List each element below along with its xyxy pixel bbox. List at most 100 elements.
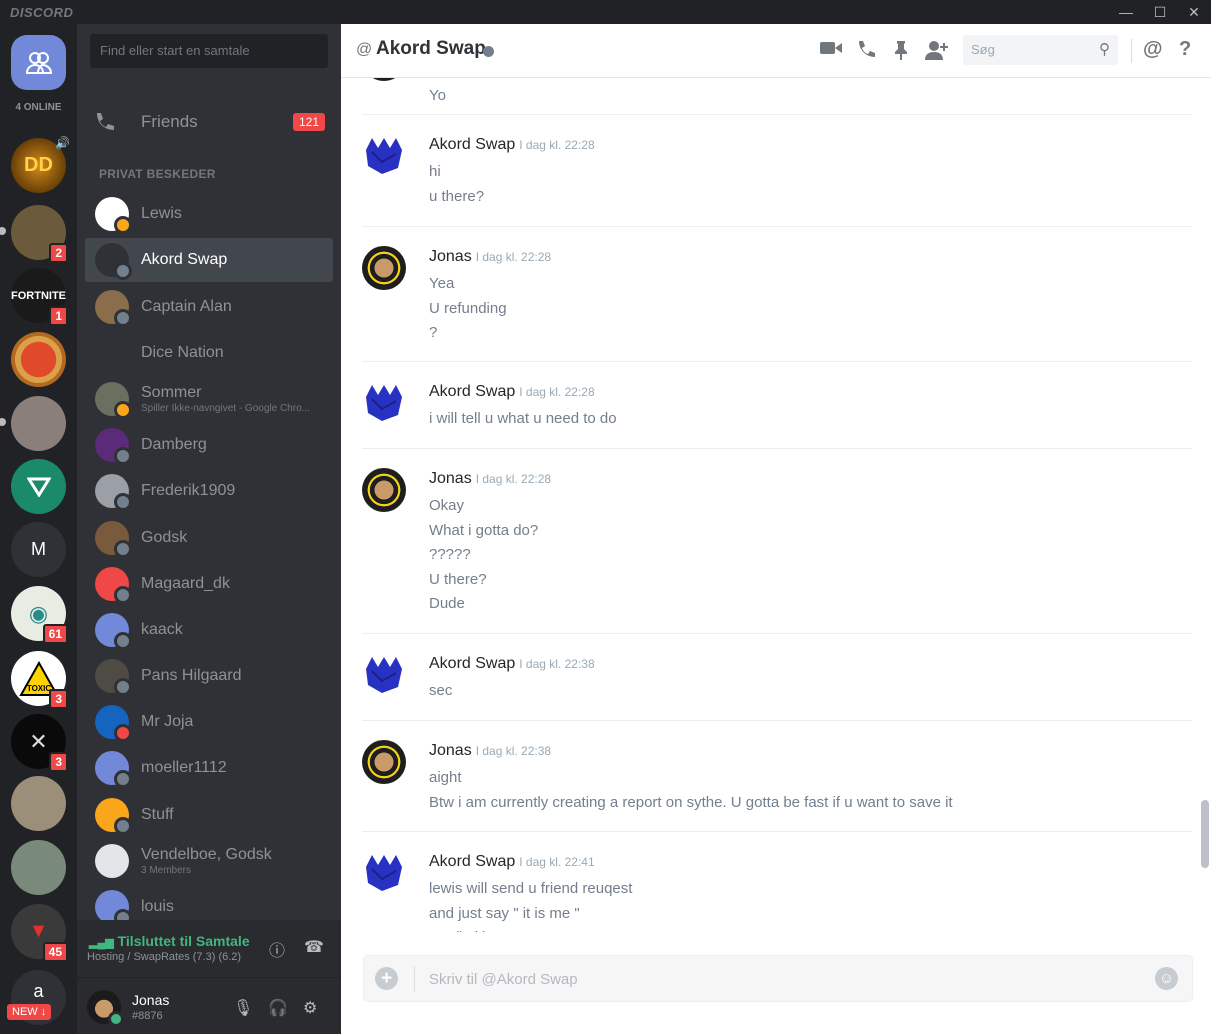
- user-avatar[interactable]: [87, 990, 124, 1027]
- scrollbar-thumb[interactable]: [1201, 800, 1209, 868]
- dm-text: louis: [141, 898, 174, 916]
- server-icon[interactable]: 2: [0, 205, 68, 263]
- dm-text: Lewis: [141, 205, 182, 223]
- server-icon[interactable]: ▼ 45: [11, 904, 68, 962]
- mentions-icon[interactable]: @: [1143, 38, 1163, 61]
- headphones-icon[interactable]: 🎧: [268, 998, 288, 1018]
- message-text: Dude: [429, 595, 465, 612]
- dm-item[interactable]: Mr Joja: [85, 700, 333, 744]
- dm-item[interactable]: Godsk: [85, 516, 333, 560]
- dm-item[interactable]: kaack: [85, 608, 333, 652]
- server-icon[interactable]: [11, 840, 66, 895]
- message-lines: lewis will send u friend reuqest and just…: [429, 877, 632, 932]
- status-dot: [114, 724, 132, 742]
- minimize-icon[interactable]: —: [1109, 0, 1143, 24]
- friends-tab[interactable]: Friends 121: [85, 100, 333, 144]
- server-icon[interactable]: [0, 396, 66, 451]
- fortnite-logo-icon: FORTNITE: [11, 289, 66, 302]
- dm-item[interactable]: Dice Nation: [85, 331, 333, 375]
- dm-item[interactable]: Pans Hilgaard: [85, 654, 333, 698]
- message-search-input[interactable]: Søg ⚲: [963, 35, 1118, 65]
- phone-icon[interactable]: [856, 40, 876, 60]
- server-pangaea[interactable]: ◉ 61: [11, 586, 68, 644]
- info-icon[interactable]: ⓘ: [269, 937, 285, 961]
- akord-swap-avatar[interactable]: [362, 381, 406, 425]
- author-name[interactable]: Jonas: [429, 248, 472, 265]
- dm-name: louis: [141, 898, 174, 915]
- friends-icon: [93, 111, 127, 133]
- akord-swap-avatar[interactable]: [362, 851, 406, 895]
- microphone-icon[interactable]: 🎙: [233, 998, 253, 1018]
- jonas-avatar[interactable]: [362, 740, 406, 784]
- dm-item[interactable]: Captain Alan: [85, 285, 333, 329]
- server-a[interactable]: a NEW ↓: [7, 970, 66, 1025]
- message-lines: Yo: [429, 84, 446, 109]
- author-name[interactable]: Akord Swap: [429, 655, 515, 672]
- dm-name: Mr Joja: [141, 713, 194, 730]
- author-name[interactable]: Akord Swap: [429, 853, 515, 870]
- dm-item[interactable]: moeller1112: [85, 746, 333, 790]
- dm-item[interactable]: Vendelboe, Godsk 3 Members: [85, 839, 333, 883]
- message-group: Akord Swap I dag kl. 22:38 sec: [362, 633, 1192, 699]
- dm-avatar: [95, 243, 132, 280]
- jonas-avatar[interactable]: [362, 468, 406, 512]
- maximize-icon[interactable]: ☐: [1143, 0, 1177, 24]
- dm-search-input[interactable]: Find eller start en samtale: [90, 34, 328, 68]
- status-dot: [114, 540, 132, 558]
- message-text: lewis will send u friend reuqest: [429, 880, 633, 897]
- server-icon[interactable]: [11, 459, 66, 514]
- friends-count-badge: 121: [292, 113, 325, 131]
- gear-icon[interactable]: ⚙: [303, 998, 317, 1018]
- voice-status-label: Tilsluttet til Samtale: [117, 933, 250, 949]
- jonas-avatar[interactable]: [362, 78, 406, 81]
- author-name[interactable]: Akord Swap: [429, 383, 515, 400]
- dm-avatar: [95, 290, 132, 327]
- dm-section-header: PRIVAT BESKEDER: [99, 167, 216, 181]
- message-input[interactable]: Skriv til @Akord Swap: [429, 971, 578, 988]
- mention-badge: 3: [49, 752, 68, 772]
- dm-item[interactable]: Akord Swap: [85, 238, 333, 282]
- message-author: Jonas I dag kl. 22:28: [429, 248, 551, 266]
- video-call-icon[interactable]: [820, 40, 842, 56]
- server-icon[interactable]: [11, 776, 66, 831]
- close-icon[interactable]: ✕: [1177, 0, 1211, 24]
- server-icon[interactable]: ✕ 3: [11, 714, 68, 772]
- message-text: U refunding: [429, 299, 507, 317]
- message-composer[interactable]: + Skriv til @Akord Swap ☺: [363, 955, 1193, 1002]
- status-dot: [114, 216, 132, 234]
- dm-item[interactable]: Sommer Spiller Ikke-navngivet - Google Ch…: [85, 377, 333, 421]
- upload-plus-icon[interactable]: +: [375, 967, 398, 990]
- dm-item[interactable]: Frederik1909: [85, 469, 333, 513]
- pin-icon[interactable]: [894, 40, 908, 60]
- author-name[interactable]: Jonas: [429, 470, 472, 487]
- dm-item[interactable]: Stuff: [85, 793, 333, 837]
- title-bar: DISCORD — ☐ ✕: [0, 0, 1211, 24]
- dm-name: Lewis: [141, 205, 182, 222]
- dm-avatar: [95, 567, 132, 604]
- dm-item[interactable]: Lewis: [85, 192, 333, 236]
- emoji-icon[interactable]: ☺: [1155, 967, 1178, 990]
- message-text: U there?: [429, 570, 487, 588]
- server-pizza[interactable]: [11, 332, 66, 387]
- server-m[interactable]: M: [11, 522, 66, 577]
- channel-title: Akord Swap: [376, 38, 486, 59]
- new-unreads-button[interactable]: NEW ↓: [7, 1004, 52, 1020]
- dm-item[interactable]: Damberg: [85, 423, 333, 467]
- server-fortnite[interactable]: FORTNITE 1: [11, 268, 68, 326]
- author-name[interactable]: Akord Swap: [429, 136, 515, 153]
- jonas-avatar[interactable]: [362, 246, 406, 290]
- help-icon[interactable]: ?: [1179, 38, 1191, 61]
- author-name[interactable]: Jonas: [429, 742, 472, 759]
- dm-name: Stuff: [141, 806, 174, 823]
- akord-swap-avatar[interactable]: [362, 653, 406, 697]
- dm-name: Frederik1909: [141, 482, 236, 499]
- server-icon[interactable]: DD 🔊: [11, 136, 70, 193]
- username: Jonas: [132, 992, 170, 1008]
- server-toxic[interactable]: TOXIC 3: [11, 651, 68, 709]
- add-friend-icon[interactable]: [925, 40, 949, 60]
- disconnect-icon[interactable]: ☎: [304, 937, 324, 957]
- home-button[interactable]: [11, 35, 66, 90]
- dm-item[interactable]: Magaard_dk: [85, 562, 333, 606]
- akord-swap-avatar[interactable]: [362, 134, 406, 178]
- server-logo-icon: ✕: [29, 728, 48, 754]
